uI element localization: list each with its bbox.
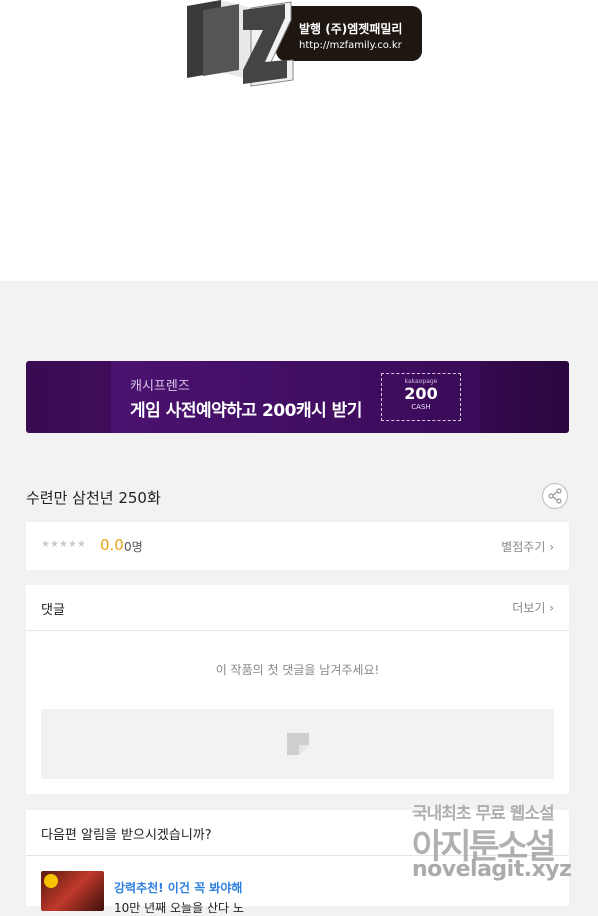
viewer-page-end: 발행 (주)엠젯패밀리 http://mzfamily.co.kr [0, 0, 598, 281]
publisher-label: 발행 (주)엠젯패밀리 [299, 21, 402, 36]
recommend-thumbnail[interactable] [41, 871, 104, 911]
comments-more-link[interactable]: 더보기 › [512, 599, 554, 616]
rating-stars: ★★★★★ [41, 539, 86, 550]
ticket-amount: 200 [404, 384, 438, 403]
ticket-unit: CASH [411, 403, 431, 411]
comment-icon [287, 733, 309, 755]
share-icon [548, 488, 562, 504]
episode-title: 수련만 삼천년 250화 [26, 489, 161, 507]
cash-ticket: kakaopage 200 CASH [381, 373, 461, 421]
rating-count: 0명 [124, 540, 143, 554]
banner-brand: 캐시프렌즈 [130, 379, 190, 394]
publisher-url: http://mzfamily.co.kr [299, 40, 403, 51]
rating-card: ★★★★★ 0.0 0명 별점주기 › [26, 522, 569, 570]
watermark-url: novelagit.xyz [412, 857, 572, 882]
recommend-title[interactable]: 10만 년째 오늘을 산다 노 [114, 899, 244, 916]
recommend-label[interactable]: 강력추천! 이건 꼭 봐야해 [114, 879, 242, 896]
notify-question: 다음편 알림을 받으시겠습니까? [41, 828, 212, 843]
site-watermark: 국내최초 무료 웹소설 아지툰소설 novelagit.xyz [410, 797, 580, 897]
clock-icon [44, 874, 58, 888]
comment-input-box[interactable] [41, 709, 554, 779]
comments-title: 댓글 [41, 603, 65, 618]
comments-card: 댓글 더보기 › 이 작품의 첫 댓글을 남겨주세요! [26, 585, 569, 794]
share-button[interactable] [542, 483, 568, 509]
rating-score: 0.0 [100, 536, 124, 554]
comments-empty-message: 이 작품의 첫 댓글을 남겨주세요! [215, 663, 380, 677]
rate-button[interactable]: 별점주기 › [501, 538, 554, 555]
ad-banner[interactable]: 캐시프렌즈 게임 사전예약하고 200캐시 받기 kakaopage 200 C… [26, 361, 569, 433]
publisher-logo: 발행 (주)엠젯패밀리 http://mzfamily.co.kr [181, 0, 426, 90]
banner-headline: 게임 사전예약하고 200캐시 받기 [130, 401, 362, 421]
comments-header: 댓글 더보기 › [26, 585, 569, 631]
